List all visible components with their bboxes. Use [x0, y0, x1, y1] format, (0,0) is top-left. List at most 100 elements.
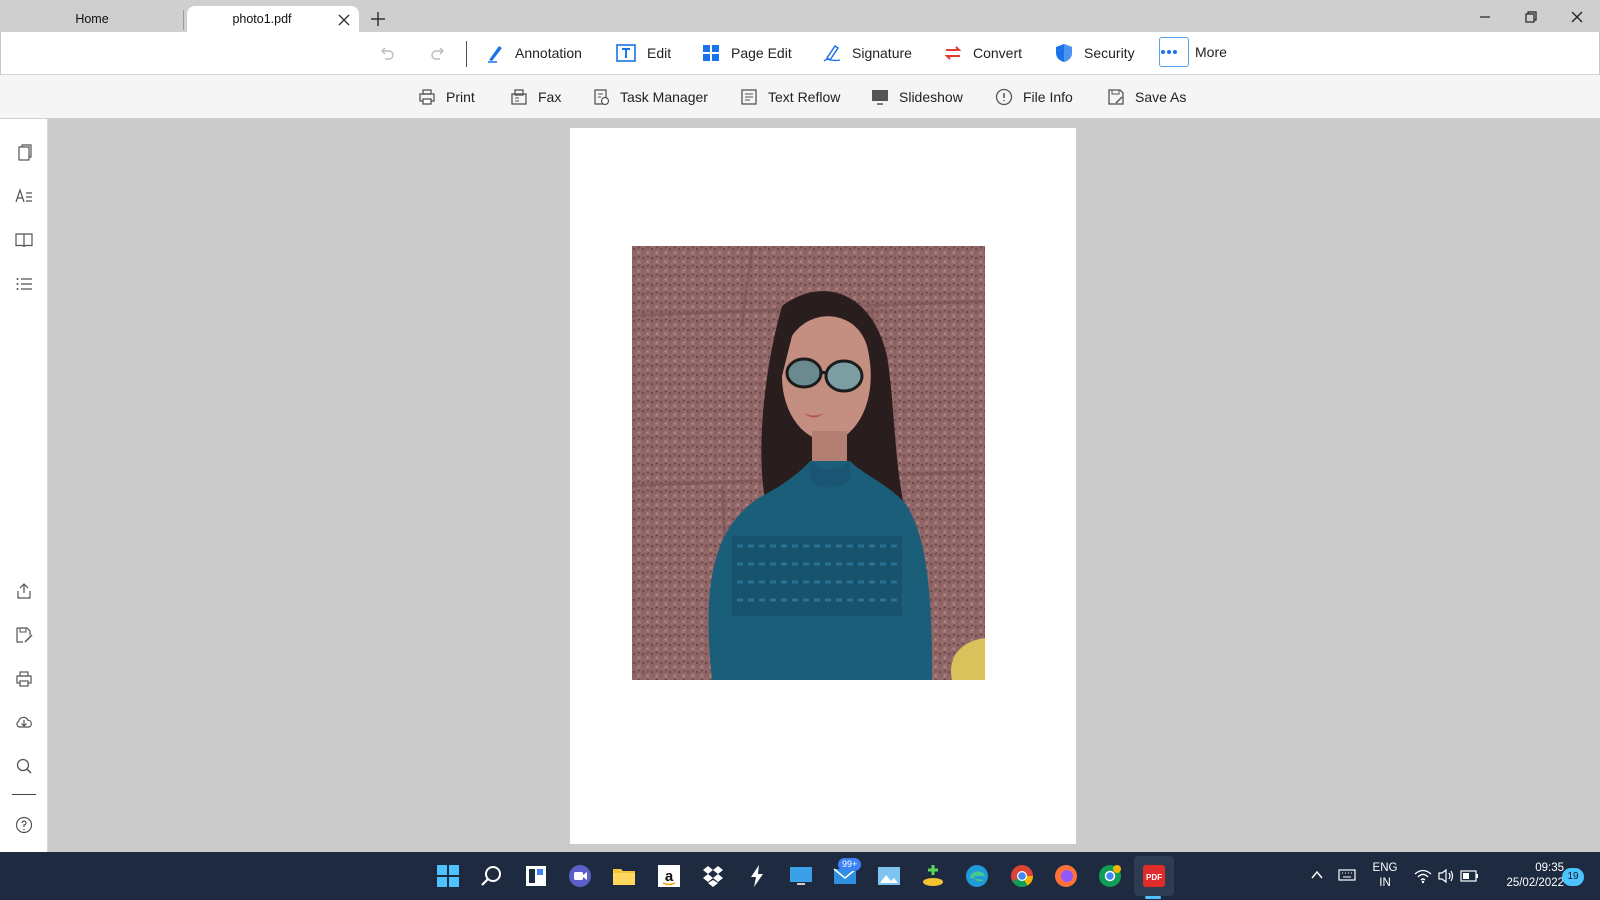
language-code: ENG — [1372, 862, 1398, 874]
task-view-icon[interactable] — [522, 862, 550, 890]
annotation-button[interactable]: Annotation — [485, 43, 582, 63]
fax-button[interactable]: Fax — [510, 88, 561, 106]
share-icon[interactable] — [14, 581, 34, 601]
signature-button[interactable]: Signature — [822, 43, 912, 63]
pages-icon[interactable] — [14, 143, 34, 163]
active-indicator — [1145, 896, 1161, 899]
file-info-label: File Info — [1023, 89, 1073, 105]
undo-icon[interactable] — [378, 44, 396, 62]
svg-text:PDF: PDF — [1146, 873, 1162, 882]
redo-icon[interactable] — [429, 44, 447, 62]
tab-home-label: Home — [75, 12, 109, 26]
close-icon[interactable] — [337, 13, 351, 27]
bookmark-icon[interactable] — [14, 230, 34, 250]
security-label: Security — [1084, 45, 1135, 61]
main-toolbar: Annotation Edit Page Edit Signature Conv… — [0, 32, 1600, 75]
wifi-icon[interactable] — [1414, 868, 1432, 884]
text-edit-icon — [616, 44, 636, 62]
pen-icon — [488, 46, 502, 63]
chrome-profile-icon[interactable] — [1096, 862, 1124, 890]
pdf-app-icon[interactable]: PDF — [1140, 862, 1168, 890]
task-manager-label: Task Manager — [620, 89, 708, 105]
portrait-photo — [632, 246, 985, 680]
text-reflow-label: Text Reflow — [768, 89, 841, 105]
text-reflow-button[interactable]: Text Reflow — [740, 88, 840, 106]
notification-badge[interactable]: 19 — [1562, 868, 1584, 886]
language-indicator[interactable]: ENG IN — [1368, 861, 1402, 891]
tab-document-label: photo1.pdf — [232, 12, 292, 26]
edit-label: Edit — [647, 45, 672, 61]
mail-badge: 99+ — [838, 858, 862, 871]
print-button[interactable]: Print — [418, 88, 475, 106]
toolbar-divider — [466, 41, 467, 67]
minimize-icon[interactable] — [1476, 8, 1494, 26]
convert-icon — [944, 46, 962, 60]
annotation-label: Annotation — [515, 45, 582, 61]
chrome-icon[interactable] — [1008, 862, 1036, 890]
print-icon[interactable] — [14, 669, 34, 689]
convert-button[interactable]: Convert — [943, 43, 1022, 63]
battery-icon[interactable] — [1460, 869, 1480, 883]
fax-label: Fax — [538, 89, 562, 105]
region-code: IN — [1379, 877, 1391, 889]
remote-desktop-icon[interactable] — [787, 862, 815, 890]
games-icon[interactable] — [919, 862, 947, 890]
page-edit-label: Page Edit — [731, 45, 792, 61]
cloud-icon[interactable] — [14, 712, 34, 732]
edit-button[interactable]: Edit — [615, 43, 671, 63]
save-as-button[interactable]: Save As — [1107, 88, 1186, 106]
clock-date: 25/02/2022 — [1506, 877, 1564, 889]
dropbox-icon[interactable] — [699, 862, 727, 890]
chevron-up-icon[interactable] — [1310, 868, 1324, 882]
lightning-app-icon[interactable] — [743, 862, 771, 890]
volume-icon[interactable] — [1437, 868, 1455, 884]
firefox-icon[interactable] — [1052, 862, 1080, 890]
convert-label: Convert — [973, 45, 1023, 61]
restore-icon[interactable] — [1522, 8, 1540, 26]
more-label: More — [1195, 44, 1227, 60]
page-edit-button[interactable]: Page Edit — [701, 43, 792, 63]
sidebar-divider — [12, 794, 36, 795]
save-edit-icon[interactable] — [14, 625, 34, 645]
text-recognize-icon[interactable] — [14, 186, 34, 206]
windows-start-icon[interactable] — [434, 862, 462, 890]
slideshow-button[interactable]: Slideshow — [871, 88, 963, 106]
task-manager-icon — [594, 89, 610, 106]
print-label: Print — [446, 89, 475, 105]
pdf-page — [570, 128, 1076, 844]
more-button[interactable]: More — [1159, 37, 1227, 67]
left-sidebar — [0, 119, 48, 852]
monitor-icon — [872, 90, 888, 105]
document-viewer[interactable] — [48, 119, 1600, 852]
security-button[interactable]: Security — [1054, 43, 1135, 63]
clock[interactable]: 09:35 25/02/2022 — [1488, 861, 1564, 891]
task-manager-button[interactable]: Task Manager — [592, 88, 708, 106]
signature-label: Signature — [852, 45, 912, 61]
outline-list-icon[interactable] — [14, 274, 34, 294]
edge-icon[interactable] — [963, 862, 991, 890]
search-icon[interactable] — [14, 756, 34, 776]
windows-taskbar: a 99+ PDF ENG IN 09:35 25/02/2022 19 — [0, 852, 1600, 900]
amazon-icon[interactable]: a — [655, 862, 683, 890]
chat-icon[interactable] — [566, 862, 594, 890]
svg-text:a: a — [665, 868, 674, 885]
file-explorer-icon[interactable] — [610, 862, 638, 890]
save-as-label: Save As — [1135, 89, 1187, 105]
file-info-button[interactable]: File Info — [995, 88, 1073, 106]
signature-icon — [823, 44, 841, 62]
grid-icon — [703, 45, 719, 61]
more-icon — [1159, 37, 1189, 67]
clock-time: 09:35 — [1535, 862, 1564, 874]
printer-icon — [419, 89, 435, 105]
sub-toolbar: Print Fax Task Manager Text Reflow Slide… — [0, 75, 1600, 119]
help-icon[interactable] — [14, 815, 34, 835]
tab-separator — [183, 10, 184, 30]
window-close-icon[interactable] — [1568, 8, 1586, 26]
info-icon — [995, 88, 1013, 106]
plus-icon[interactable] — [369, 10, 387, 28]
search-icon[interactable] — [478, 862, 506, 890]
slideshow-label: Slideshow — [899, 89, 963, 105]
shield-icon — [1056, 44, 1072, 62]
keyboard-icon[interactable] — [1338, 868, 1356, 882]
photos-app-icon[interactable] — [875, 862, 903, 890]
